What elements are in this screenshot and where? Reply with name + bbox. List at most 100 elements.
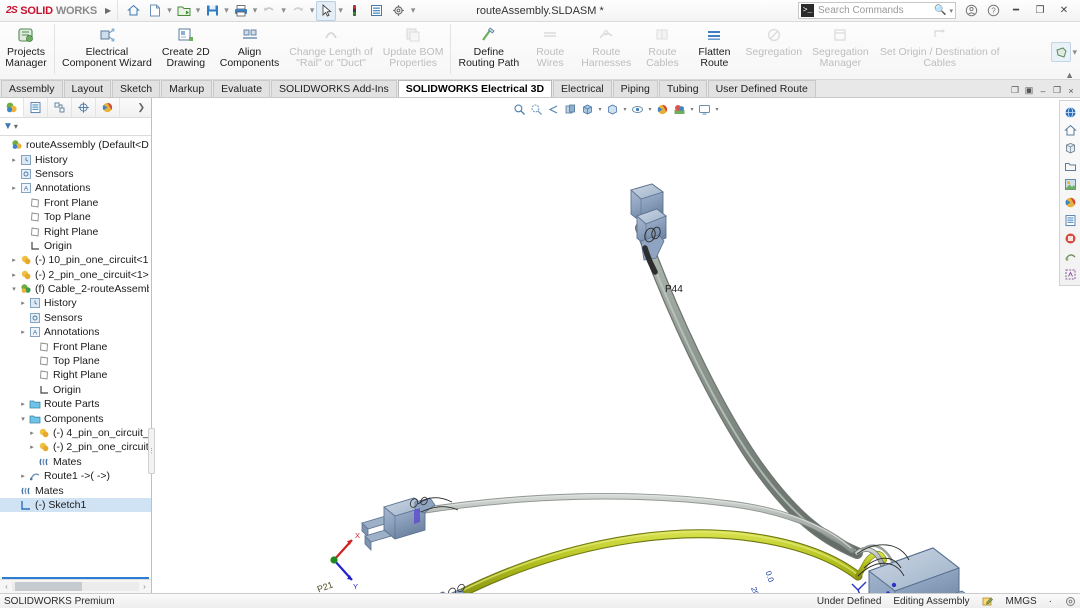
new-document-icon[interactable] bbox=[145, 1, 165, 21]
minimize-button[interactable]: ━ bbox=[1004, 1, 1028, 21]
tab-markup[interactable]: Markup bbox=[161, 80, 212, 97]
tree-item[interactable]: ·Origin bbox=[0, 239, 151, 253]
tree-expand-icon[interactable]: ▸ bbox=[9, 256, 19, 264]
tree-expand-icon[interactable]: ▸ bbox=[9, 156, 19, 164]
tree-item[interactable]: ▸History bbox=[0, 152, 151, 166]
property-manager-tab[interactable] bbox=[24, 98, 48, 117]
tab-solidworks-electrical-3d[interactable]: SOLIDWORKS Electrical 3D bbox=[398, 80, 552, 97]
restore-button[interactable]: ❐ bbox=[1028, 1, 1052, 21]
tree-item[interactable]: ·Sensors bbox=[0, 311, 151, 325]
tree-item[interactable]: ·(-) Sketch1 bbox=[0, 498, 151, 512]
tab-solidworks-add-ins[interactable]: SOLIDWORKS Add-Ins bbox=[271, 80, 397, 97]
pdm-icon[interactable] bbox=[1062, 229, 1079, 247]
measure-icon[interactable] bbox=[345, 1, 365, 21]
collapse-ribbon-chevron-icon[interactable]: ▲ bbox=[1065, 70, 1074, 80]
tree-item[interactable]: ·Sensors bbox=[0, 167, 151, 181]
align-components-button[interactable]: Align Components bbox=[215, 22, 285, 69]
tree-expand-icon[interactable]: ▸ bbox=[18, 400, 28, 408]
tab-user-defined-route[interactable]: User Defined Route bbox=[708, 80, 816, 97]
search-icon[interactable]: 🔍 bbox=[934, 5, 946, 16]
tree-expand-icon[interactable]: ▸ bbox=[18, 328, 28, 336]
units-settings-icon[interactable] bbox=[1064, 596, 1076, 607]
scrollbar-thumb[interactable] bbox=[15, 582, 82, 591]
redo-icon[interactable] bbox=[288, 1, 308, 21]
flatten-route-button[interactable]: Flatten Route bbox=[688, 22, 740, 69]
undo-caret-icon[interactable]: ▾ bbox=[280, 5, 287, 16]
electrical-icon[interactable] bbox=[1062, 247, 1079, 265]
feature-manager-tab[interactable] bbox=[0, 98, 24, 117]
dimxpert-manager-tab[interactable] bbox=[72, 98, 96, 117]
simulation-icon[interactable] bbox=[1062, 265, 1079, 283]
graphics-viewport[interactable]: ▾ ▾ ▾ ▾ bbox=[152, 98, 1080, 593]
tab-sketch[interactable]: Sketch bbox=[112, 80, 160, 97]
feature-tree[interactable]: ·routeAssembly (Default<Display Sta▸Hist… bbox=[0, 136, 151, 575]
configuration-manager-tab[interactable] bbox=[48, 98, 72, 117]
tree-item[interactable]: ▾Components bbox=[0, 411, 151, 425]
editing-assembly-icon[interactable] bbox=[982, 596, 994, 607]
tree-item[interactable]: ▸AAnnotations bbox=[0, 325, 151, 339]
tree-item[interactable]: ·Front Plane bbox=[0, 196, 151, 210]
options-gear-icon[interactable] bbox=[389, 1, 409, 21]
document-properties-icon[interactable] bbox=[367, 1, 387, 21]
tile-view-button[interactable]: ❐ bbox=[1009, 85, 1021, 96]
projects-manager-button[interactable]: Projects Manager bbox=[0, 22, 52, 69]
feature-tree-horizontal-scrollbar[interactable]: ‹ › bbox=[0, 579, 151, 593]
display-manager-tab[interactable] bbox=[96, 98, 120, 117]
tree-collapse-icon[interactable]: ▾ bbox=[9, 285, 19, 293]
open-document-icon[interactable] bbox=[174, 1, 194, 21]
tab-electrical[interactable]: Electrical bbox=[553, 80, 612, 97]
redo-caret-icon[interactable]: ▾ bbox=[309, 5, 316, 16]
ribbon-options-caret-icon[interactable]: ▾ bbox=[1071, 47, 1078, 58]
electrical-component-wizard-button[interactable]: Electrical Component Wizard bbox=[57, 22, 157, 69]
tree-item[interactable]: ▸(-) 4_pin_on_circuit_per_pin bbox=[0, 426, 151, 440]
tab-evaluate[interactable]: Evaluate bbox=[213, 80, 270, 97]
tab-tubing[interactable]: Tubing bbox=[659, 80, 707, 97]
select-caret-icon[interactable]: ▾ bbox=[337, 5, 344, 16]
tree-collapse-icon[interactable]: ▾ bbox=[18, 415, 28, 423]
tree-item[interactable]: ·Origin bbox=[0, 383, 151, 397]
open-document-caret-icon[interactable]: ▾ bbox=[195, 5, 202, 16]
pin-ribbon-icon[interactable] bbox=[1051, 42, 1071, 62]
tree-item[interactable]: ·Top Plane bbox=[0, 354, 151, 368]
solidworks-resources-icon[interactable] bbox=[1062, 103, 1079, 121]
help-icon[interactable]: ? bbox=[982, 1, 1004, 21]
tree-item[interactable]: ·Mates bbox=[0, 455, 151, 469]
new-document-caret-icon[interactable]: ▾ bbox=[166, 5, 173, 16]
tab-piping[interactable]: Piping bbox=[613, 80, 658, 97]
account-icon[interactable] bbox=[960, 1, 982, 21]
close-button[interactable]: ✕ bbox=[1052, 1, 1076, 21]
appearances-scenes-icon[interactable] bbox=[1062, 175, 1079, 193]
doc-minimize-button[interactable]: – bbox=[1037, 86, 1049, 96]
feature-tree-filter[interactable]: ▼ ▾ bbox=[0, 118, 151, 136]
options-caret-icon[interactable]: ▾ bbox=[410, 5, 417, 16]
select-arrow-icon[interactable] bbox=[316, 1, 336, 21]
tree-item[interactable]: ·Right Plane bbox=[0, 368, 151, 382]
display-states-icon[interactable] bbox=[1062, 193, 1079, 211]
save-caret-icon[interactable]: ▾ bbox=[223, 5, 230, 16]
feature-manager-more-tabs-icon[interactable]: ❯ bbox=[137, 102, 151, 113]
menu-expand-chevron-icon[interactable]: ▶ bbox=[103, 6, 117, 15]
cable-harness-3d-model[interactable]: X Y bbox=[152, 98, 1080, 593]
tree-item[interactable]: ▸History bbox=[0, 296, 151, 310]
tree-expand-icon[interactable]: ▸ bbox=[18, 299, 28, 307]
doc-restore-button[interactable]: ❐ bbox=[1051, 85, 1063, 96]
filter-caret-icon[interactable]: ▾ bbox=[14, 122, 18, 131]
custom-properties-icon[interactable] bbox=[1062, 211, 1079, 229]
tree-item[interactable]: ▾(f) Cable_2-routeAssembly<1> (D bbox=[0, 282, 151, 296]
tree-item[interactable]: ▸Route1 ->( ->) bbox=[0, 469, 151, 483]
doc-close-button[interactable]: × bbox=[1065, 86, 1077, 96]
display-pane-button[interactable]: ▣ bbox=[1023, 85, 1035, 96]
tab-layout[interactable]: Layout bbox=[64, 80, 112, 97]
tree-expand-icon[interactable]: ▸ bbox=[9, 271, 19, 279]
define-routing-path-button[interactable]: Define Routing Path bbox=[453, 22, 524, 69]
tree-item[interactable]: ·Right Plane bbox=[0, 224, 151, 238]
search-input[interactable]: >_ Search Commands 🔍 ▾ bbox=[798, 2, 956, 19]
tree-item[interactable]: ▸(-) 10_pin_one_circuit<1> (ten) <· bbox=[0, 253, 151, 267]
tree-item[interactable]: ·Mates bbox=[0, 483, 151, 497]
create-2d-drawing-button[interactable]: Create 2D Drawing bbox=[157, 22, 215, 69]
view-palette-icon[interactable] bbox=[1062, 157, 1079, 175]
tree-item[interactable]: ·routeAssembly (Default<Display Sta bbox=[0, 138, 151, 152]
tree-item[interactable]: ▸Route Parts bbox=[0, 397, 151, 411]
tree-item[interactable]: ▸(-) 2_pin_one_circuit_per_p bbox=[0, 440, 151, 454]
tree-expand-icon[interactable]: ▸ bbox=[9, 184, 19, 192]
